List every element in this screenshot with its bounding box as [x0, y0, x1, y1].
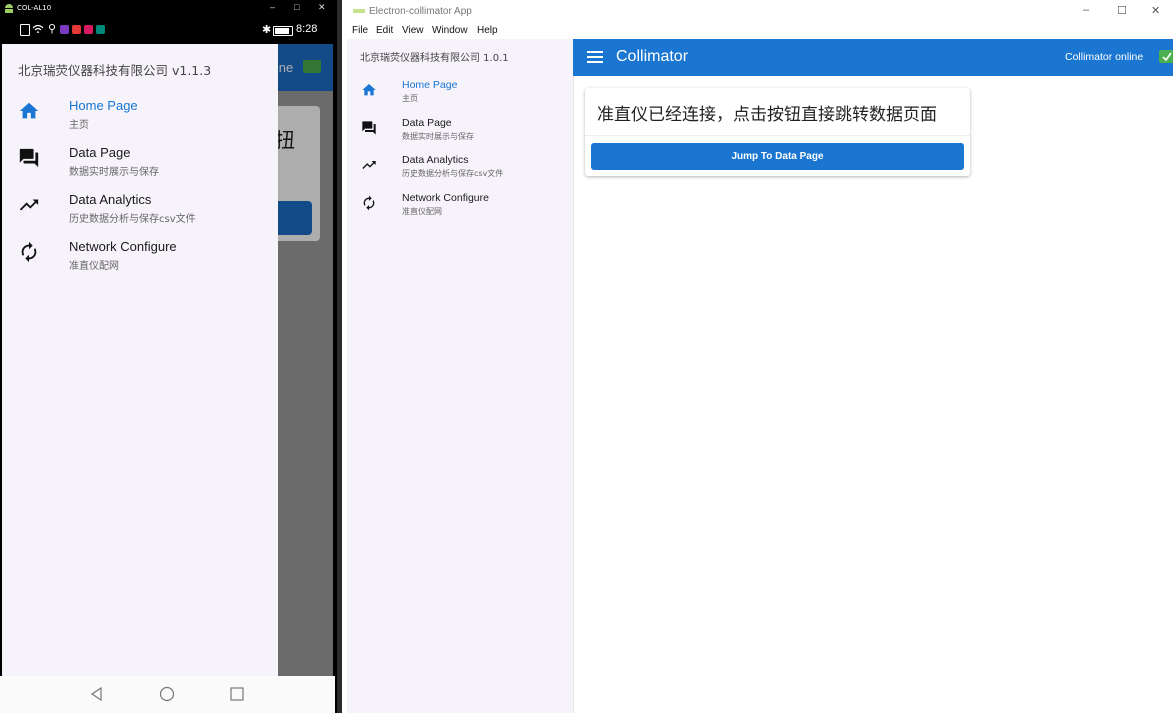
drawer-item-subtitle: 数据实时展示与保存 [69, 167, 159, 178]
chat-icon [362, 121, 376, 135]
android-icon [5, 4, 13, 13]
drawer-item-subtitle: 数据实时展示与保存 [402, 132, 474, 141]
back-icon[interactable] [89, 686, 105, 702]
app-notif-icon [72, 25, 81, 34]
drawer-item-subtitle: 准直仪配网 [69, 261, 119, 272]
drawer-item-subtitle: 主页 [69, 120, 89, 131]
close-icon[interactable]: ✕ [318, 2, 326, 13]
phone-mirror-window: COL-AL10 – □ ✕ ⚲ ✱ 8:28 line 扭 北京瑞荧仪器科技有… [0, 0, 337, 713]
wifi-icon [32, 24, 44, 33]
phone-window-title: COL-AL10 [17, 4, 52, 12]
app-logo-icon [353, 9, 365, 13]
drawer-item-label: Home Page [402, 79, 458, 91]
trending-up-icon [362, 161, 376, 169]
drawer-item-data[interactable]: Data Page 数据实时展示与保存 [347, 115, 573, 151]
drawer-item-analytics[interactable]: Data Analytics 历史数据分析与保存csv文件 [2, 188, 278, 232]
phone-status-bar: ⚲ ✱ 8:28 [0, 18, 335, 44]
drawer-company-header: 北京瑞荧仪器科技有限公司 1.0.1 [360, 53, 509, 64]
menu-view[interactable]: View [402, 25, 424, 36]
online-status-text: Collimator online [1065, 51, 1144, 63]
drawer-item-label: Network Configure [69, 239, 177, 254]
menu-file[interactable]: File [352, 25, 368, 36]
maximize-icon[interactable]: □ [294, 2, 299, 12]
app-notif-icon [84, 25, 93, 34]
chat-icon [19, 148, 39, 168]
phone-screen: line 扭 北京瑞荧仪器科技有限公司 v1.1.3 Home Page 主页 … [2, 44, 333, 676]
drawer-item-label: Data Page [402, 117, 452, 129]
home-nav-icon[interactable] [159, 686, 175, 702]
electron-window: Electron-collimator App – ☐ ✕ File Edit … [342, 0, 1173, 713]
status-time: 8:28 [296, 23, 318, 35]
maximize-icon[interactable]: ☐ [1117, 4, 1127, 17]
minimize-icon[interactable]: – [270, 2, 275, 12]
menu-bar: File Edit View Window Help [342, 22, 1173, 39]
recents-icon[interactable] [229, 686, 245, 702]
drawer-item-label: Network Configure [402, 192, 489, 204]
refresh-icon [363, 195, 375, 211]
menu-icon[interactable] [587, 50, 603, 64]
drawer-item-home[interactable]: Home Page 主页 [2, 94, 278, 138]
drawer-company-header: 北京瑞荧仪器科技有限公司 v1.1.3 [18, 63, 212, 78]
menu-edit[interactable]: Edit [376, 25, 393, 36]
drawer-item-label: Data Page [69, 145, 131, 160]
card-divider [585, 135, 970, 136]
drawer-item-label: Data Analytics [402, 154, 469, 166]
drawer-item-analytics[interactable]: Data Analytics 历史数据分析与保存csv文件 [347, 152, 573, 188]
home-icon [19, 102, 39, 119]
drawer-item-network[interactable]: Network Configure 准直仪配网 [347, 190, 573, 226]
jump-to-data-page-button[interactable]: Jump To Data Page [591, 143, 964, 170]
refresh-icon [21, 241, 37, 263]
battery-icon [273, 26, 293, 36]
app-bar: Collimator Collimator online [573, 39, 1173, 76]
usb-icon: ⚲ [48, 23, 57, 35]
nav-drawer: 北京瑞荧仪器科技有限公司 v1.1.3 Home Page 主页 Data Pa… [2, 44, 278, 676]
app-notif-icon [96, 25, 105, 34]
home-icon [362, 84, 376, 96]
drawer-item-network[interactable]: Network Configure 准直仪配网 [2, 235, 278, 279]
phone-window-titlebar: COL-AL10 – □ ✕ [0, 0, 337, 18]
drawer-item-label: Home Page [69, 98, 138, 113]
drawer-item-home[interactable]: Home Page 主页 [347, 77, 573, 113]
online-check-icon [1159, 50, 1173, 63]
drawer-item-subtitle: 历史数据分析与保存csv文件 [69, 214, 196, 225]
window-title: Electron-collimator App [369, 6, 472, 17]
nav-drawer: 北京瑞荧仪器科技有限公司 1.0.1 Home Page 主页 Data Pag… [347, 39, 574, 713]
app-notif-icon [60, 25, 69, 34]
menu-help[interactable]: Help [477, 25, 498, 36]
connection-card: 准直仪已经连接，点击按钮直接跳转数据页面 Jump To Data Page [585, 88, 970, 176]
drawer-item-subtitle: 主页 [402, 94, 418, 103]
card-text: 准直仪已经连接，点击按钮直接跳转数据页面 [597, 105, 937, 125]
drawer-item-label: Data Analytics [69, 192, 152, 207]
window-titlebar: Electron-collimator App – ☐ ✕ [342, 0, 1173, 22]
app-title: Collimator [616, 48, 689, 65]
trending-up-icon [19, 199, 39, 211]
close-icon[interactable]: ✕ [1151, 4, 1160, 17]
drawer-item-subtitle: 历史数据分析与保存csv文件 [402, 169, 504, 178]
drawer-item-subtitle: 准直仪配网 [402, 207, 442, 216]
drawer-item-data[interactable]: Data Page 数据实时展示与保存 [2, 141, 278, 185]
menu-window[interactable]: Window [432, 25, 468, 36]
bluetooth-icon: ✱ [262, 24, 272, 36]
sim-icon [20, 24, 30, 36]
minimize-icon[interactable]: – [1083, 4, 1089, 16]
android-nav-bar [0, 676, 335, 713]
